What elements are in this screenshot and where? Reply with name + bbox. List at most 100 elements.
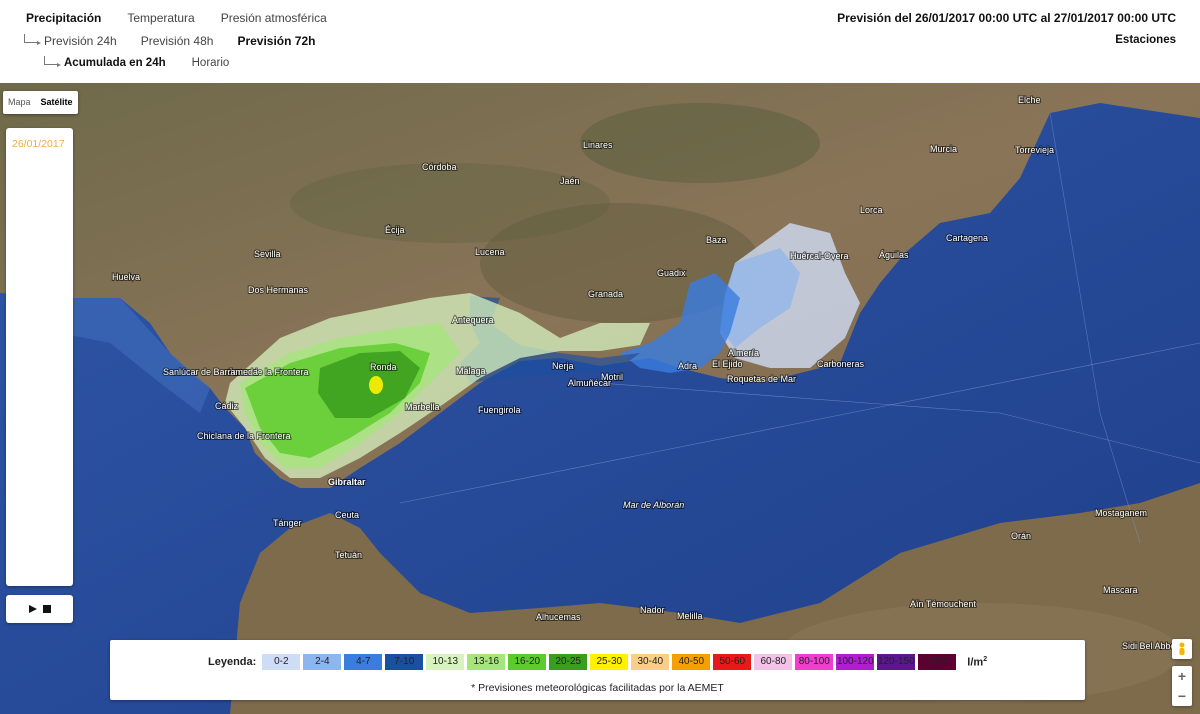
- legend-swatch: 0-2: [262, 654, 301, 670]
- map-type-satelite-button[interactable]: Satélite: [36, 91, 78, 114]
- legend-swatch: 100-120: [836, 654, 875, 670]
- place-label: Roquetas de Mar: [727, 374, 796, 384]
- legend-swatch: 30-40: [631, 654, 670, 670]
- place-label: El Ejido: [712, 359, 743, 369]
- place-label: Águilas: [879, 250, 909, 260]
- place-label: Orán: [1011, 531, 1031, 541]
- place-label: Aïn Témouchent: [910, 599, 976, 609]
- street-view-pegman-icon[interactable]: [1172, 639, 1192, 659]
- place-label: Alhucemas: [536, 612, 581, 622]
- place-label: Tánger: [273, 518, 302, 528]
- tab-acumulada-24h[interactable]: Acumulada en 24h: [64, 57, 166, 69]
- place-label: Elche: [1018, 95, 1041, 105]
- legend-swatch: 120-150: [877, 654, 916, 670]
- legend-unit-sup: 2: [983, 655, 988, 663]
- mode-tabs: Acumulada en 24h Horario: [44, 55, 255, 69]
- legend-swatch: 16-20: [508, 654, 547, 670]
- place-label: Lucena: [475, 247, 505, 257]
- place-label: Ceuta: [335, 510, 359, 520]
- precip-zone-25-30: [369, 376, 383, 394]
- legend-credit: * Previsiones meteorológicas facilitadas…: [471, 682, 724, 694]
- place-label: Ronda: [370, 362, 397, 372]
- horizon-tabs: Previsión 24h Previsión 48h Previsión 72…: [24, 33, 339, 48]
- stop-icon[interactable]: [42, 605, 51, 613]
- place-label: Cartagena: [946, 233, 988, 243]
- tab-prevision-24h[interactable]: Previsión 24h: [44, 34, 117, 48]
- stations-link[interactable]: Estaciones: [1115, 34, 1176, 46]
- satellite-map: Sevilla Córdoba Jaén Granada Málaga Almería Mu…: [0, 83, 1200, 714]
- player-controls: [6, 595, 73, 623]
- place-label: Córdoba: [422, 162, 457, 172]
- place-label: Murcia: [930, 144, 957, 154]
- place-label: Sanlúcar de Barrameda: [163, 367, 258, 377]
- legend-swatch: 20-25: [549, 654, 588, 670]
- place-label: Marbella: [405, 402, 440, 412]
- legend-unit-text: l/m: [967, 656, 984, 669]
- tab-precipitacion[interactable]: Precipitación: [26, 11, 101, 25]
- tab-presion[interactable]: Presión atmosférica: [221, 11, 327, 25]
- legend-row: Leyenda: 0-2 2-4 4-7 7-10 10-13 13-16 16-20 20-…: [208, 654, 987, 670]
- place-label: Melilla: [677, 611, 703, 621]
- place-label: Mostaganem: [1095, 508, 1147, 518]
- play-icon[interactable]: [28, 605, 37, 613]
- place-label: Gibraltar: [328, 477, 366, 487]
- place-label: Sevilla: [254, 249, 281, 259]
- place-label: Nerja: [552, 361, 574, 371]
- place-label: Granada: [588, 289, 623, 299]
- legend-swatch: 13-16: [467, 654, 506, 670]
- place-label: Almuñécar: [568, 378, 611, 388]
- legend-swatch: >150: [918, 654, 957, 670]
- place-label: Linares: [583, 140, 613, 150]
- date-panel: 26/01/2017: [6, 128, 73, 586]
- place-label: Carboneras: [817, 359, 865, 369]
- tab-temperatura[interactable]: Temperatura: [127, 11, 194, 25]
- zoom-control: + −: [1172, 666, 1192, 706]
- branch-arrow-icon: [44, 55, 61, 67]
- place-label: Mascara: [1103, 585, 1138, 595]
- legend-swatch: 2-4: [303, 654, 342, 670]
- map-type-control: Mapa Satélite: [3, 91, 78, 114]
- map[interactable]: Sevilla Córdoba Jaén Granada Málaga Almería Mu…: [0, 83, 1200, 714]
- legend-swatch: 40-50: [672, 654, 711, 670]
- legend-unit: l/m2: [967, 656, 987, 669]
- place-label: Mar de Alborán: [623, 500, 684, 510]
- place-label: Cádiz: [215, 401, 239, 411]
- legend-swatch: 10-13: [426, 654, 465, 670]
- place-label: Tetuán: [335, 550, 362, 560]
- legend-swatches: 0-2 2-4 4-7 7-10 10-13 13-16 16-20 20-25 25-30 30…: [262, 654, 959, 670]
- place-label: Fuengirola: [478, 405, 521, 415]
- place-label: Lorca: [860, 205, 883, 215]
- place-label: Jaén: [560, 176, 580, 186]
- legend: Leyenda: 0-2 2-4 4-7 7-10 10-13 13-16 16-20 20-…: [110, 640, 1085, 700]
- legend-swatch: 25-30: [590, 654, 629, 670]
- header: Precipitación Temperatura Presión atmosf…: [0, 0, 1200, 83]
- place-label: Adra: [678, 361, 697, 371]
- forecast-range: Previsión del 26/01/2017 00:00 UTC al 27…: [837, 11, 1176, 25]
- date-item[interactable]: 26/01/2017: [12, 138, 65, 150]
- tab-prevision-48h[interactable]: Previsión 48h: [141, 34, 214, 48]
- place-label: Huércal-Overa: [790, 251, 849, 261]
- map-type-mapa-button[interactable]: Mapa: [3, 91, 36, 114]
- place-label: Baza: [706, 235, 727, 245]
- legend-swatch: 50-60: [713, 654, 752, 670]
- zoom-out-button[interactable]: −: [1172, 686, 1192, 706]
- variable-tabs: Precipitación Temperatura Presión atmosf…: [26, 11, 353, 25]
- place-label: Antequera: [452, 315, 494, 325]
- legend-swatch: 80-100: [795, 654, 834, 670]
- legend-swatch: 4-7: [344, 654, 383, 670]
- place-label: Chiclana de la Frontera: [197, 431, 291, 441]
- legend-swatch: 60-80: [754, 654, 793, 670]
- tab-prevision-72h[interactable]: Previsión 72h: [237, 34, 315, 48]
- legend-swatch: 7-10: [385, 654, 424, 670]
- place-label: Huelva: [112, 272, 140, 282]
- zoom-in-button[interactable]: +: [1172, 666, 1192, 686]
- place-label: Torrevieja: [1015, 145, 1054, 155]
- place-label: Dos Hermanas: [248, 285, 309, 295]
- place-label: Nador: [640, 605, 665, 615]
- legend-title: Leyenda:: [208, 656, 257, 668]
- place-label: Guadix: [657, 268, 686, 278]
- branch-arrow-icon: [24, 33, 41, 45]
- tab-horario[interactable]: Horario: [192, 57, 230, 69]
- place-label: Écija: [385, 225, 405, 235]
- place-label: Málaga: [456, 366, 486, 376]
